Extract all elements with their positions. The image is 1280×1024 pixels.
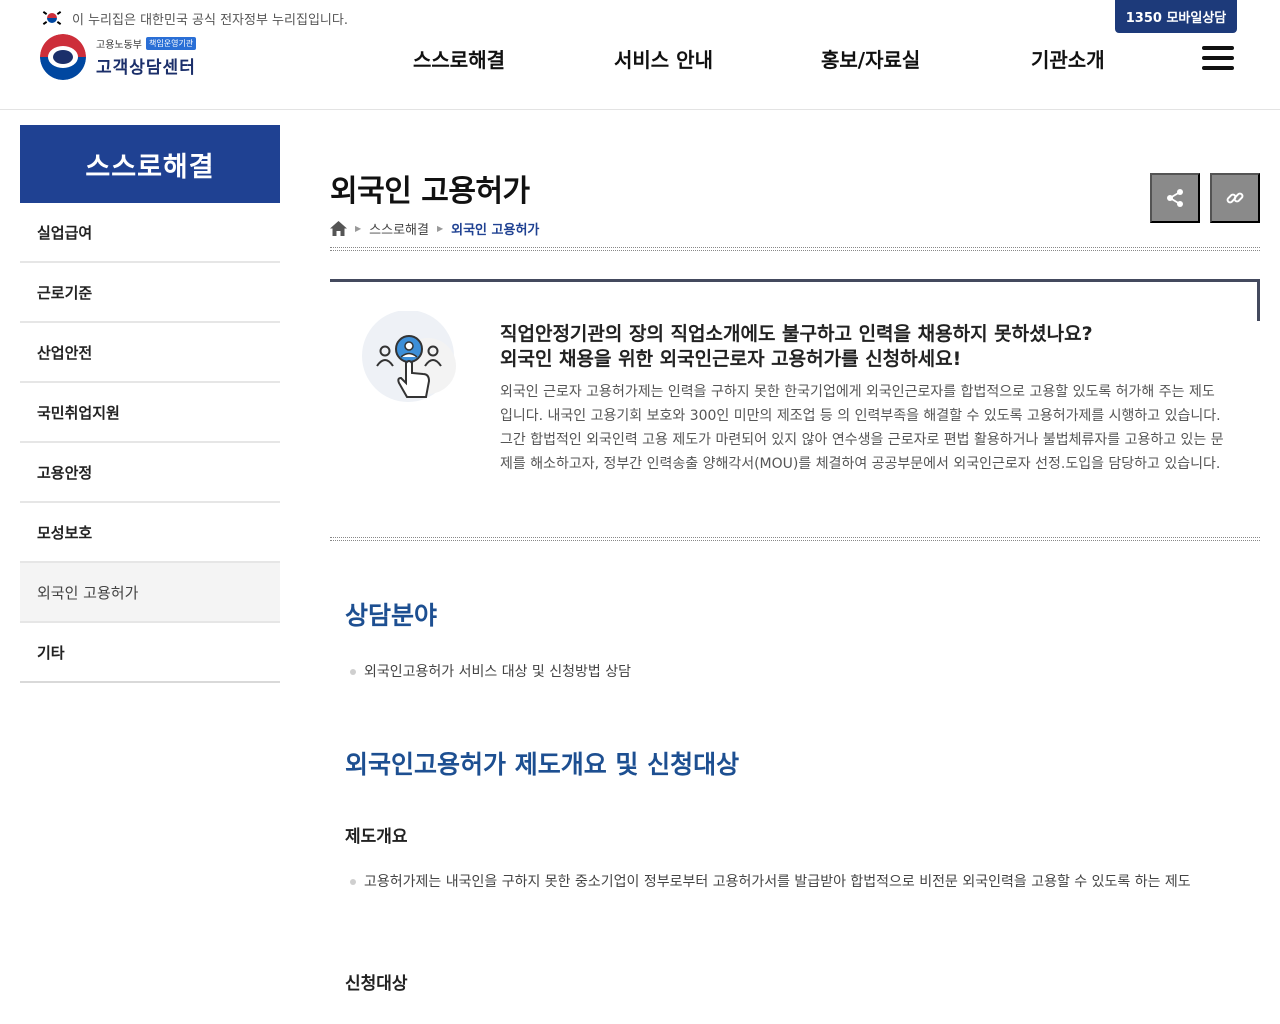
nav-item-about[interactable]: 기관소개	[1031, 44, 1105, 73]
sidebar-item-industrial-safety[interactable]: 산업안전	[20, 323, 280, 383]
breadcrumb-item[interactable]: 스스로해결	[369, 219, 429, 238]
list-item: 외국인고용허가 서비스 대상 및 신청방법 상담	[350, 658, 1230, 686]
intro-heading-line1: 직업안정기관의 장의 직업소개에도 불구하고 인력을 채용하지 못하셨나요?	[500, 323, 1093, 345]
sidebar-title: 스스로해결	[20, 125, 280, 203]
header-divider	[0, 109, 1280, 110]
sidebar-menu: 실업급여 근로기준 산업안전 국민취업지원 고용안정 모성보호 외국인 고용허가…	[20, 203, 280, 683]
home-icon[interactable]	[330, 221, 347, 236]
bullet-icon	[350, 879, 356, 885]
list-item: 고용허가제는 내국인을 구하지 못한 중소기업이 정부로부터 고용허가서를 발급…	[350, 868, 1240, 896]
intro-heading-line2: 외국인 채용을 위한 외국인근로자 고용허가를 신청하세요!	[500, 348, 962, 370]
intro-body: 외국인 근로자 고용허가제는 인력을 구하지 못한 한국기업에게 외국인근로자를…	[500, 384, 1224, 472]
link-icon	[1226, 192, 1244, 204]
hiring-people-icon	[362, 311, 456, 402]
sidebar-item-unemployment[interactable]: 실업급여	[20, 203, 280, 263]
intro-divider	[330, 537, 1260, 541]
sidebar-item-etc[interactable]: 기타	[20, 623, 280, 683]
title-divider	[330, 247, 1260, 251]
intro-heading: 직업안정기관의 장의 직업소개에도 불구하고 인력을 채용하지 못하셨나요? 외…	[500, 322, 1230, 372]
list-item-text: 외국인고용허가 서비스 대상 및 신청방법 상담	[364, 664, 631, 680]
main-nav: 스스로해결 서비스 안내 홍보/자료실 기관소개	[0, 44, 1280, 74]
breadcrumb: ▶ 스스로해결 ▶ 외국인 고용허가	[330, 219, 539, 238]
sidebar-item-foreign-employment[interactable]: 외국인 고용허가	[20, 563, 280, 623]
gov-banner: 이 누리집은 대한민국 공식 전자정부 누리집입니다.	[42, 8, 348, 28]
intro-frame	[330, 279, 1260, 321]
section-heading-consult: 상담분야	[345, 601, 438, 630]
mobile-consult-button[interactable]: 1350 모바일상담	[1115, 0, 1237, 33]
page-title: 외국인 고용허가	[330, 174, 530, 209]
sidebar-item-employment-stability[interactable]: 고용안정	[20, 443, 280, 503]
nav-item-services[interactable]: 서비스 안내	[614, 44, 713, 73]
share-button[interactable]	[1150, 173, 1200, 223]
bullet-icon	[350, 669, 356, 675]
list-item-text: 고용허가제는 내국인을 구하지 못한 중소기업이 정부로부터 고용허가서를 발급…	[364, 874, 1191, 890]
menu-icon[interactable]	[1202, 46, 1234, 70]
share-icon	[1167, 189, 1183, 207]
nav-item-pr-materials[interactable]: 홍보/자료실	[821, 44, 920, 73]
subheading-overview: 제도개요	[345, 827, 408, 847]
sidebar-item-labor-standards[interactable]: 근로기준	[20, 263, 280, 323]
copy-link-button[interactable]	[1210, 173, 1260, 223]
breadcrumb-current[interactable]: 외국인 고용허가	[451, 219, 539, 238]
nav-item-self-solve[interactable]: 스스로해결	[413, 44, 505, 73]
subheading-eligibility: 신청대상	[345, 974, 408, 994]
section-heading-overview: 외국인고용허가 제도개요 및 신청대상	[345, 750, 740, 779]
gov-banner-text: 이 누리집은 대한민국 공식 전자정부 누리집입니다.	[72, 12, 348, 28]
breadcrumb-separator-icon: ▶	[355, 224, 362, 233]
korea-flag-icon	[42, 10, 62, 26]
breadcrumb-separator-icon: ▶	[436, 224, 444, 233]
sidebar-item-maternity[interactable]: 모성보호	[20, 503, 280, 563]
sidebar-item-employment-support[interactable]: 국민취업지원	[20, 383, 280, 443]
